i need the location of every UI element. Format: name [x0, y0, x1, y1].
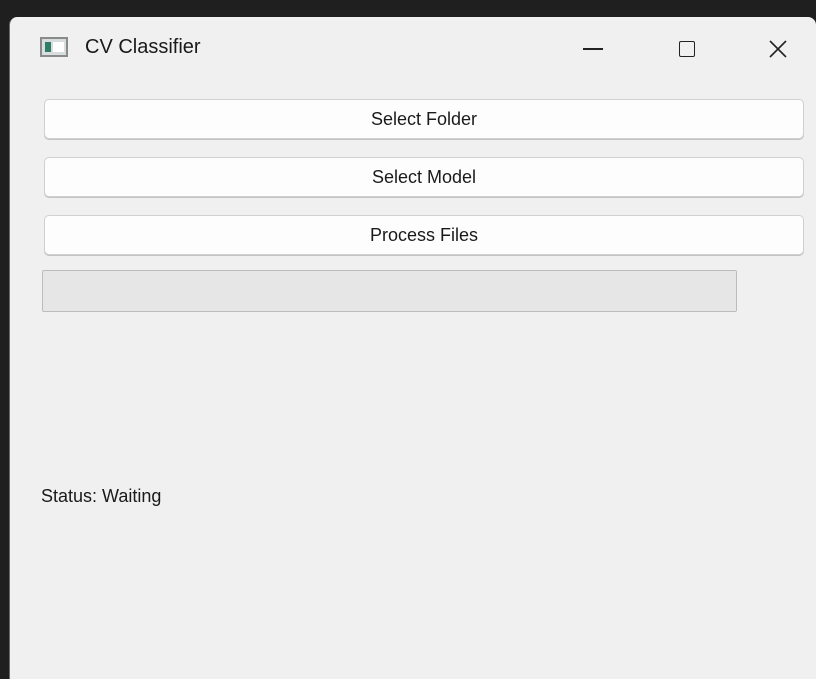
select-model-button[interactable]: Select Model — [44, 157, 804, 197]
close-icon — [769, 40, 787, 58]
app-window-icon — [40, 37, 68, 57]
window-title: CV Classifier — [85, 36, 201, 58]
process-files-button[interactable]: Process Files — [44, 215, 804, 255]
minimize-icon — [583, 48, 603, 50]
title-bar[interactable]: CV Classifier — [10, 17, 816, 77]
maximize-button[interactable] — [664, 31, 710, 67]
select-folder-button[interactable]: Select Folder — [44, 99, 804, 139]
status-label: Status: Waiting — [41, 486, 162, 506]
maximize-icon — [679, 41, 695, 57]
progress-bar — [42, 270, 737, 312]
app-window: CV Classifier Select Folder Select Model… — [9, 17, 816, 679]
minimize-button[interactable] — [570, 31, 616, 67]
close-button[interactable] — [755, 31, 801, 67]
